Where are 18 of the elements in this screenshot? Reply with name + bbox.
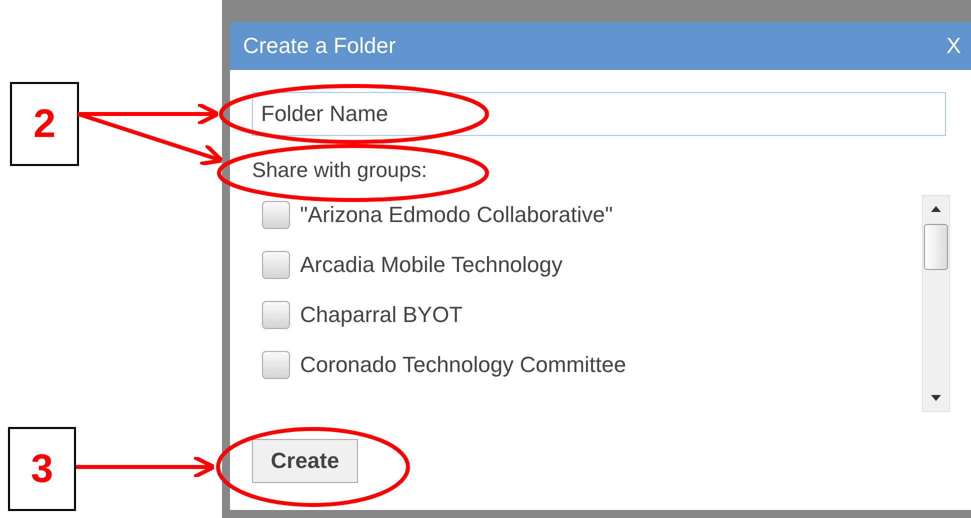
checkbox[interactable] [262,351,290,379]
group-name: Arcadia Mobile Technology [300,252,563,278]
share-label: Share with groups: [252,159,428,183]
callout-number: 3 [8,427,76,511]
callout-number: 2 [10,82,79,166]
group-name: Chaparral BYOT [300,302,463,328]
group-name: Coronado Technology Committee [300,352,626,378]
scroll-thumb[interactable] [924,224,948,270]
create-button[interactable]: Create [252,439,358,483]
scroll-down-icon[interactable] [931,395,941,401]
group-name: "Arizona Edmodo Collaborative" [300,202,613,228]
dialog-title: Create a Folder [243,33,396,59]
checkbox[interactable] [262,201,290,229]
checkbox[interactable] [262,301,290,329]
checkbox[interactable] [262,251,290,279]
scrollbar[interactable] [922,195,950,412]
scroll-up-icon[interactable] [931,206,941,212]
folder-name-field[interactable]: Folder Name [252,92,946,136]
